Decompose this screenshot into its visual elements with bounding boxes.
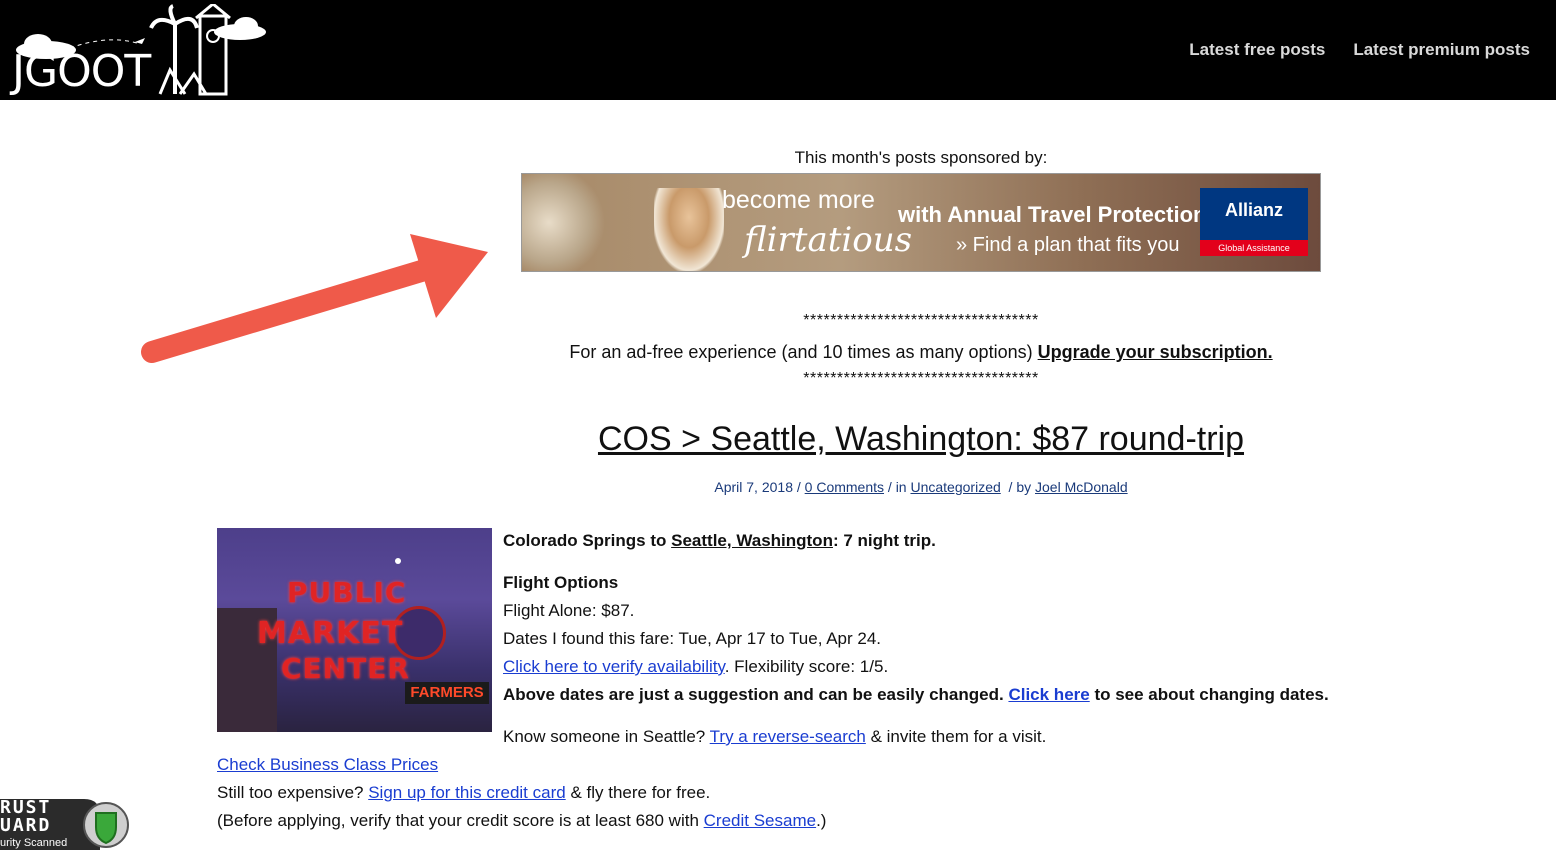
- before-line: (Before applying, verify that your credi…: [217, 807, 826, 835]
- flex-score: . Flexibility score: 1/5.: [724, 657, 889, 676]
- allianz-name: Allianz: [1224, 200, 1283, 220]
- credit-card-link[interactable]: Sign up for this credit card: [368, 783, 565, 802]
- banner-line2: flirtatious: [744, 220, 913, 260]
- reverse-search-link[interactable]: Try a reverse-search: [710, 727, 866, 746]
- suggestion-text: Above dates are just a suggestion and ca…: [503, 685, 1004, 704]
- flight-heading: Flight Options: [503, 573, 619, 592]
- upgrade-subscription-link[interactable]: Upgrade your subscription.: [1038, 342, 1273, 362]
- expensive-line: Still too expensive? Sign up for this cr…: [217, 779, 826, 807]
- before-pre: (Before applying, verify that your credi…: [217, 811, 699, 830]
- sponsor-banner-ad[interactable]: become more flirtatious with Annual Trav…: [521, 173, 1321, 272]
- sign-public: PUBLIC: [287, 576, 407, 609]
- by-label: by: [1016, 479, 1032, 495]
- camel-image: [522, 174, 612, 271]
- comments-link[interactable]: 0 Comments: [805, 479, 884, 495]
- category-link[interactable]: Uncategorized: [910, 479, 1000, 495]
- stars-divider-bottom: ***********************************: [803, 370, 1039, 387]
- expensive-post: & fly there for free.: [570, 783, 711, 802]
- intro-post: : 7 night trip.: [832, 531, 936, 550]
- site-logo[interactable]: JGOOT: [10, 2, 270, 98]
- post-footer-links: Check Business Class Prices Still too ex…: [217, 751, 826, 835]
- flight-alone: Flight Alone: $87.: [503, 601, 635, 620]
- author-link[interactable]: Joel McDonald: [1035, 479, 1128, 495]
- change-dates-text: to see about changing dates.: [1094, 685, 1329, 704]
- nav-latest-free-posts[interactable]: Latest free posts: [1189, 40, 1325, 60]
- sign-market: MARKET: [257, 616, 404, 651]
- banner-line3: with Annual Travel Protection: [898, 202, 1207, 227]
- adfree-text: For an ad-free experience (and 10 times …: [569, 342, 1033, 362]
- allianz-logo: Allianz Global Assistance: [1200, 188, 1308, 256]
- credit-sesame-link[interactable]: Credit Sesame: [704, 811, 816, 830]
- suggestion-line: Above dates are just a suggestion and ca…: [503, 681, 1329, 709]
- site-header: JGOOT Latest free posts Latest premium p…: [0, 0, 1556, 100]
- post-meta: April 7, 2018 / 0 Comments / in Uncatego…: [714, 479, 1128, 495]
- change-dates-link[interactable]: Click here: [1008, 685, 1089, 704]
- trust-sub: urity Scanned: [0, 837, 68, 849]
- banner-line4: » Find a plan that fits you: [956, 234, 1180, 256]
- moon: [395, 558, 401, 564]
- shield-icon: [95, 812, 117, 845]
- nav-latest-premium-posts[interactable]: Latest premium posts: [1353, 40, 1530, 60]
- before-post: .): [816, 811, 827, 830]
- seattle-link[interactable]: Seattle, Washington: [671, 531, 833, 550]
- banner-line1: become more: [722, 186, 875, 214]
- woman-image: [654, 188, 724, 271]
- trust-guard-badge[interactable]: RUST UARD urity Scanned: [0, 797, 130, 850]
- stars-divider-top: ***********************************: [803, 312, 1039, 329]
- expensive-pre: Still too expensive?: [217, 783, 364, 802]
- logo-text: JGOOT: [12, 46, 151, 97]
- trust-line2: UARD: [0, 815, 52, 836]
- business-class-link[interactable]: Check Business Class Prices: [217, 755, 438, 774]
- in-label: in: [895, 479, 907, 495]
- main-nav: Latest free posts Latest premium posts: [1189, 40, 1530, 60]
- adfree-note: For an ad-free experience (and 10 times …: [0, 342, 1556, 363]
- post-date: April 7, 2018: [714, 479, 793, 495]
- allianz-sub: Global Assistance: [1200, 240, 1308, 256]
- verify-availability-link[interactable]: Click here to verify availability: [503, 657, 725, 676]
- fare-dates: Dates I found this fare: Tue, Apr 17 to …: [503, 629, 882, 648]
- intro-pre: Colorado Springs to: [503, 531, 667, 550]
- reverse-search-line: Know someone in Seattle? Try a reverse-s…: [503, 723, 1329, 751]
- post-content: Colorado Springs to Seattle, Washington:…: [503, 527, 1329, 751]
- post-thumbnail[interactable]: PUBLIC MARKET CENTER FARMERS: [217, 528, 492, 732]
- trust-badge-text: RUST UARD: [0, 799, 51, 835]
- sign-farmers: FARMERS: [405, 682, 489, 704]
- verify-line: Click here to verify availability. Flexi…: [503, 653, 1329, 681]
- know-pre: Know someone in Seattle?: [503, 727, 706, 746]
- sponsor-label: This month's posts sponsored by:: [794, 148, 1048, 167]
- sign-center: CENTER: [281, 652, 410, 685]
- know-post: & invite them for a visit.: [870, 727, 1047, 746]
- post-title[interactable]: COS > Seattle, Washington: $87 round-tri…: [0, 420, 1556, 459]
- intro-line: Colorado Springs to Seattle, Washington:…: [503, 527, 1329, 555]
